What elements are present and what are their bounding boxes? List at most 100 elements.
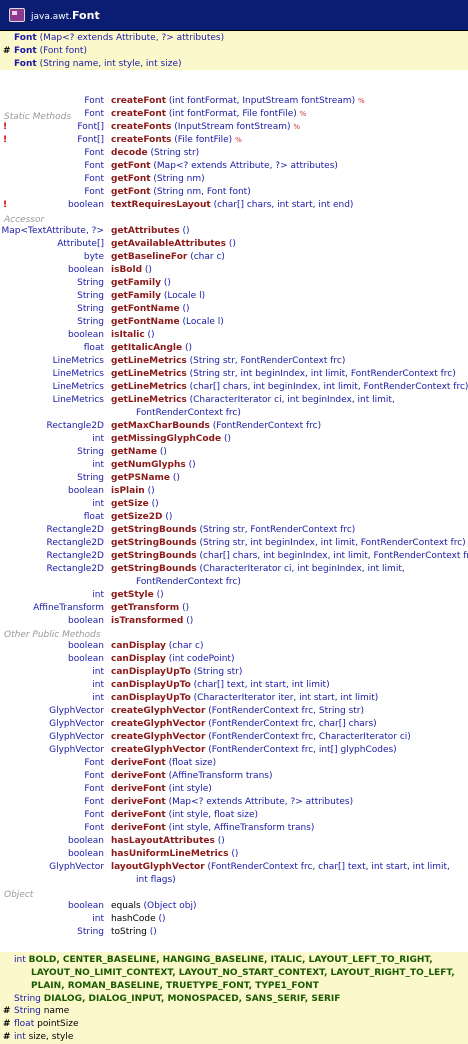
method-name[interactable]: createFonts [111,122,171,132]
method-row[interactable]: Font deriveFont (AffineTransform trans) [0,770,468,783]
accessor-method-row[interactable]: LineMetrics getLineMetrics (String str, F… [0,355,468,368]
static-method-row[interactable]: Font getFont (String nm, Font font) [0,186,468,199]
method-name[interactable]: createGlyphVector [111,745,205,755]
accessor-method-row[interactable]: Rectangle2D getStringBounds (CharacterIte… [0,563,468,576]
constructor-row[interactable]: Font (Map<? extends Attribute, ?> attrib… [0,32,468,45]
accessor-method-row[interactable]: byte getBaselineFor (char c) [0,251,468,264]
method-name[interactable]: hasUniformLineMetrics [111,849,228,859]
method-row[interactable]: GlyphVector layoutGlyphVector (FontRender… [0,861,468,874]
method-name[interactable]: getFontName [111,317,180,327]
accessor-method-row[interactable]: int getNumGlyphs () [0,459,468,472]
accessor-method-row[interactable]: int getStyle () [0,589,468,602]
method-name[interactable]: getLineMetrics [111,382,187,392]
method-name[interactable]: decode [111,148,148,158]
method-name[interactable]: getAttributes [111,226,180,236]
static-method-row[interactable]: ! Font[] createFonts (File fontFile) % [0,134,468,147]
constructor-row[interactable]: # Font (Font font) [0,45,468,58]
method-name[interactable]: createGlyphVector [111,706,205,716]
method-name[interactable]: getPSName [111,473,170,483]
method-row[interactable]: Font deriveFont (int style, AffineTransfo… [0,822,468,835]
method-row[interactable]: int canDisplayUpTo (String str) [0,666,468,679]
method-name[interactable]: deriveFont [111,797,166,807]
object-method-row[interactable]: String toString () [0,926,468,939]
method-name[interactable]: isTransformed [111,616,183,626]
accessor-method-row[interactable]: Attribute[] getAvailableAttributes () [0,238,468,251]
method-name[interactable]: canDisplayUpTo [111,693,191,703]
method-name[interactable]: getNumGlyphs [111,460,186,470]
method-row[interactable]: GlyphVector createGlyphVector (FontRender… [0,744,468,757]
method-name[interactable]: createGlyphVector [111,719,205,729]
method-name[interactable]: hasLayoutAttributes [111,836,215,846]
method-name[interactable]: isItalic [111,330,145,340]
method-name[interactable]: equals [111,901,141,911]
method-name[interactable]: deriveFont [111,758,166,768]
method-name[interactable]: isPlain [111,486,145,496]
method-name[interactable]: getMaxCharBounds [111,421,210,431]
method-name[interactable]: getAvailableAttributes [111,239,226,249]
method-row[interactable]: Font deriveFont (float size) [0,757,468,770]
method-name[interactable]: textRequiresLayout [111,200,211,210]
method-row[interactable]: int canDisplayUpTo (CharacterIterator ite… [0,692,468,705]
method-name[interactable]: getFamily [111,278,161,288]
method-name[interactable]: getStringBounds [111,538,197,548]
method-name[interactable]: getStringBounds [111,564,197,574]
static-method-row[interactable]: Font createFont (int fontFormat, InputStr… [0,95,468,108]
method-name[interactable]: getLineMetrics [111,369,187,379]
constructor-name[interactable]: Font [14,33,37,43]
accessor-method-row[interactable]: AffineTransform getTransform () [0,602,468,615]
method-name[interactable]: isBold [111,265,142,275]
accessor-method-row[interactable]: String getName () [0,446,468,459]
accessor-method-row[interactable]: float getItalicAngle () [0,342,468,355]
method-name[interactable]: getBaselineFor [111,252,187,262]
constructor-name[interactable]: Font [14,46,37,56]
method-name[interactable]: getName [111,447,157,457]
method-name[interactable]: createFont [111,109,166,119]
accessor-method-row[interactable]: Rectangle2D getStringBounds (String str, … [0,524,468,537]
method-name[interactable]: canDisplay [111,654,166,664]
method-row[interactable]: GlyphVector createGlyphVector (FontRender… [0,731,468,744]
accessor-method-row[interactable]: String getFontName (Locale l) [0,316,468,329]
method-name[interactable]: deriveFont [111,784,166,794]
method-name[interactable]: getStyle [111,590,154,600]
accessor-method-row[interactable]: boolean isBold () [0,264,468,277]
method-name[interactable]: createFonts [111,135,171,145]
accessor-method-row[interactable]: Rectangle2D getStringBounds (String str, … [0,537,468,550]
accessor-method-row[interactable]: String getFamily (Locale l) [0,290,468,303]
method-row[interactable]: boolean canDisplay (char c) [0,640,468,653]
accessor-method-row[interactable]: String getFamily () [0,277,468,290]
method-row[interactable]: boolean canDisplay (int codePoint) [0,653,468,666]
constant-names[interactable]: BOLD, CENTER_BASELINE, HANGING_BASELINE,… [29,955,433,965]
method-name[interactable]: getStringBounds [111,551,197,561]
accessor-method-row[interactable]: boolean isItalic () [0,329,468,342]
accessor-method-row[interactable]: float getSize2D () [0,511,468,524]
method-name[interactable]: hashCode [111,914,156,924]
accessor-method-row[interactable]: boolean isPlain () [0,485,468,498]
static-method-row[interactable]: ! Font[] createFonts (InputStream fontStre… [0,121,468,134]
accessor-method-row[interactable]: Map<TextAttribute, ?> getAttributes () [0,225,468,238]
method-name[interactable]: getMissingGlyphCode [111,434,221,444]
method-name[interactable]: deriveFont [111,823,166,833]
method-row[interactable]: boolean hasUniformLineMetrics () [0,848,468,861]
accessor-method-row[interactable]: int getSize () [0,498,468,511]
static-method-row[interactable]: Font getFont (Map<? extends Attribute, ?>… [0,160,468,173]
method-row[interactable]: boolean hasLayoutAttributes () [0,835,468,848]
field-row[interactable]: # String name [0,1005,468,1018]
accessor-method-row[interactable]: Rectangle2D getStringBounds (char[] chars… [0,550,468,563]
method-name[interactable]: getFontName [111,304,180,314]
method-name[interactable]: getItalicAngle [111,343,182,353]
field-row[interactable]: # float pointSize [0,1018,468,1031]
constant-names[interactable]: DIALOG, DIALOG_INPUT, MONOSPACED, SANS_S… [44,994,341,1004]
static-method-row[interactable]: Font createFont (int fontFormat, File fon… [0,108,468,121]
accessor-method-row[interactable]: String getPSName () [0,472,468,485]
accessor-method-row[interactable]: LineMetrics getLineMetrics (String str, i… [0,368,468,381]
object-method-row[interactable]: boolean equals (Object obj) [0,900,468,913]
static-method-row[interactable]: Font decode (String str) [0,147,468,160]
method-name[interactable]: getFamily [111,291,161,301]
method-name[interactable]: layoutGlyphVector [111,862,205,872]
method-name[interactable]: canDisplay [111,641,166,651]
field-row[interactable]: # int size, style [0,1031,468,1044]
accessor-method-row[interactable]: LineMetrics getLineMetrics (CharacterIter… [0,394,468,407]
method-name[interactable]: createFont [111,96,166,106]
method-name[interactable]: canDisplayUpTo [111,680,191,690]
constant-names[interactable]: LAYOUT_NO_LIMIT_CONTEXT, LAYOUT_NO_START… [31,968,455,978]
